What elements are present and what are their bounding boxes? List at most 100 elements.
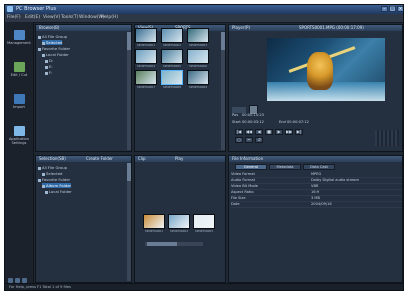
tree-item[interactable]: D: [45,58,53,63]
clip-item[interactable]: SPORTS0002 [168,214,190,234]
tree-item-label: D: [49,58,54,63]
sidebar-item-label: Management [7,41,31,45]
sidebar-item-3[interactable]: Application Settings [5,124,33,146]
browser-scrollbar[interactable] [221,32,225,150]
video-preview[interactable] [267,38,385,101]
tree-item[interactable]: Favorite Folder [38,46,70,51]
fast-forward-button[interactable]: ▶▶ [285,129,293,135]
thumbnail-item[interactable]: SPORTS0007 [135,70,157,90]
status-text: For Help, press F1 Total 1 of 9 files [9,285,71,289]
clip-scroll-thumb[interactable] [147,242,177,246]
player-file-name: SPORTS0001.MPG (00:00:17:09) [299,25,364,30]
tree-item-label: Favorite Folder [42,46,71,51]
folder-icon [45,65,48,69]
clip-image [168,214,190,229]
info-value: VBR [311,184,319,188]
play-button[interactable]: ▶ [275,129,283,135]
browser-scroll-thumb[interactable] [221,32,225,50]
tree-item[interactable]: F: [45,70,52,75]
preview-kayaker [307,52,333,90]
tree-item[interactable]: Local Folder [45,189,72,194]
selection-pane-title: Selection(SB) [39,156,66,161]
thumbnail-image [161,49,183,64]
thumbnail-item[interactable]: SPORTS0005 [161,49,183,69]
stop-button[interactable]: ■ [265,129,273,135]
thumbnail-caption: SPORTS0002 [162,43,181,47]
clip-image [193,214,215,229]
thumbnail-caption: SPORTS0009 [188,85,207,89]
thumbnail-caption: SPORTS0003 [188,43,207,47]
tree-item[interactable]: Local Folder [42,52,69,57]
create-folder-button[interactable]: Create Folder [86,156,113,162]
thumbnail-image [135,49,157,64]
selection-scrollbar[interactable] [127,163,131,281]
info-tab[interactable]: General [235,164,267,170]
clip-pane: Clip Play SPORTS0001 SPORTS0002 SPORTS0003 [134,155,226,283]
player-pane-header: Player(P) SPORTS0001.MPG (00:00:17:09) [229,25,402,31]
tree-item-label: Selected [46,40,63,45]
selection-pane: Selection(SB) Create Folder All File Gro… [35,155,132,283]
clip-item[interactable]: SPORTS0001 [143,214,165,234]
tree-item[interactable]: Favorite Folder [38,177,70,182]
tree-item[interactable]: Selected [42,40,63,45]
thumbnail-item[interactable]: SPORTS0004 [135,49,157,69]
maximize-button[interactable]: □ [389,6,396,12]
library-pane-title: Browse(B) [39,25,60,30]
folder-icon [45,71,48,75]
sidebar-item-label: Application Settings [8,137,30,145]
file-info-pane: File Information General Metadata Data Cas… [228,155,403,283]
thumbnail-item[interactable]: SPORTS0002 [161,28,183,48]
tree-item-label: Album Folder [46,183,72,188]
library-pane-header: Browse(B) [36,25,131,31]
close-button[interactable]: × [397,6,403,12]
clip-item[interactable]: SPORTS0003 [193,214,215,234]
position-label: Pos [232,113,239,117]
tree-item[interactable]: E: [45,64,53,69]
folder-icon [38,178,41,182]
tree-item[interactable]: All File Group [38,34,67,39]
menu-item-3[interactable]: Tools(T) [61,14,78,22]
cut-button[interactable]: ✂ [245,137,253,143]
tree-item[interactable]: Selected [42,171,62,176]
clip-caption: SPORTS0002 [169,229,188,233]
folder-icon [45,190,48,194]
loop-button[interactable]: ↺ [255,137,263,143]
info-key: File Size [231,196,246,200]
go-end-button[interactable]: ▶| [295,129,303,135]
app-icon [7,6,13,12]
library-scroll-thumb[interactable] [127,32,131,50]
folder-icon [42,184,45,188]
mark-in-button[interactable]: ○ [235,137,243,143]
menu-item-2[interactable]: View(V) [43,14,60,22]
step-back-button[interactable]: ◀ [255,129,263,135]
library-scrollbar[interactable] [127,32,131,150]
sidebar-item-1[interactable]: Edit / Cut [5,60,33,82]
thumbnail-item[interactable]: SPORTS0008 [161,70,183,90]
tree-item[interactable]: All File Group [38,165,67,170]
library-pane: Browse(B) All File Group Selected Favorite… [35,24,132,152]
level-meter [375,130,399,146]
menu-item-5[interactable]: Help(H) [101,14,118,22]
thumbnail-item[interactable]: SPORTS0003 [187,28,209,48]
folder-icon [38,35,41,39]
info-tab[interactable]: Data Cast [303,164,335,170]
folder-icon [42,53,45,57]
sidebar-item-0[interactable]: Management [5,28,33,50]
menu-item-1[interactable]: Edit(E) [25,14,40,22]
clip-scrollbar[interactable] [145,242,203,246]
thumbnail-item[interactable]: SPORTS0001 [135,28,157,48]
minimize-button[interactable]: – [381,6,388,12]
rewind-button[interactable]: ◀◀ [245,129,253,135]
thumbnail-item[interactable]: SPORTS0009 [187,70,209,90]
menu-item-0[interactable]: File(F) [7,14,21,22]
sidebar-item-2[interactable]: Import [5,92,33,114]
go-start-button[interactable]: |◀ [235,129,243,135]
info-tab[interactable]: Metadata [269,164,301,170]
tree-item[interactable]: Album Folder [42,183,72,188]
thumbnail-caption: SPORTS0004 [136,64,155,68]
thumbnail-item[interactable]: SPORTS0006 [187,49,209,69]
thumbnail-image [135,28,157,43]
selection-scroll-thumb[interactable] [127,163,131,181]
info-key: Video Format [231,172,255,176]
thumbnail-grid: SPORTS0001 SPORTS0002 SPORTS0003 SPORTS0004… [135,28,219,148]
